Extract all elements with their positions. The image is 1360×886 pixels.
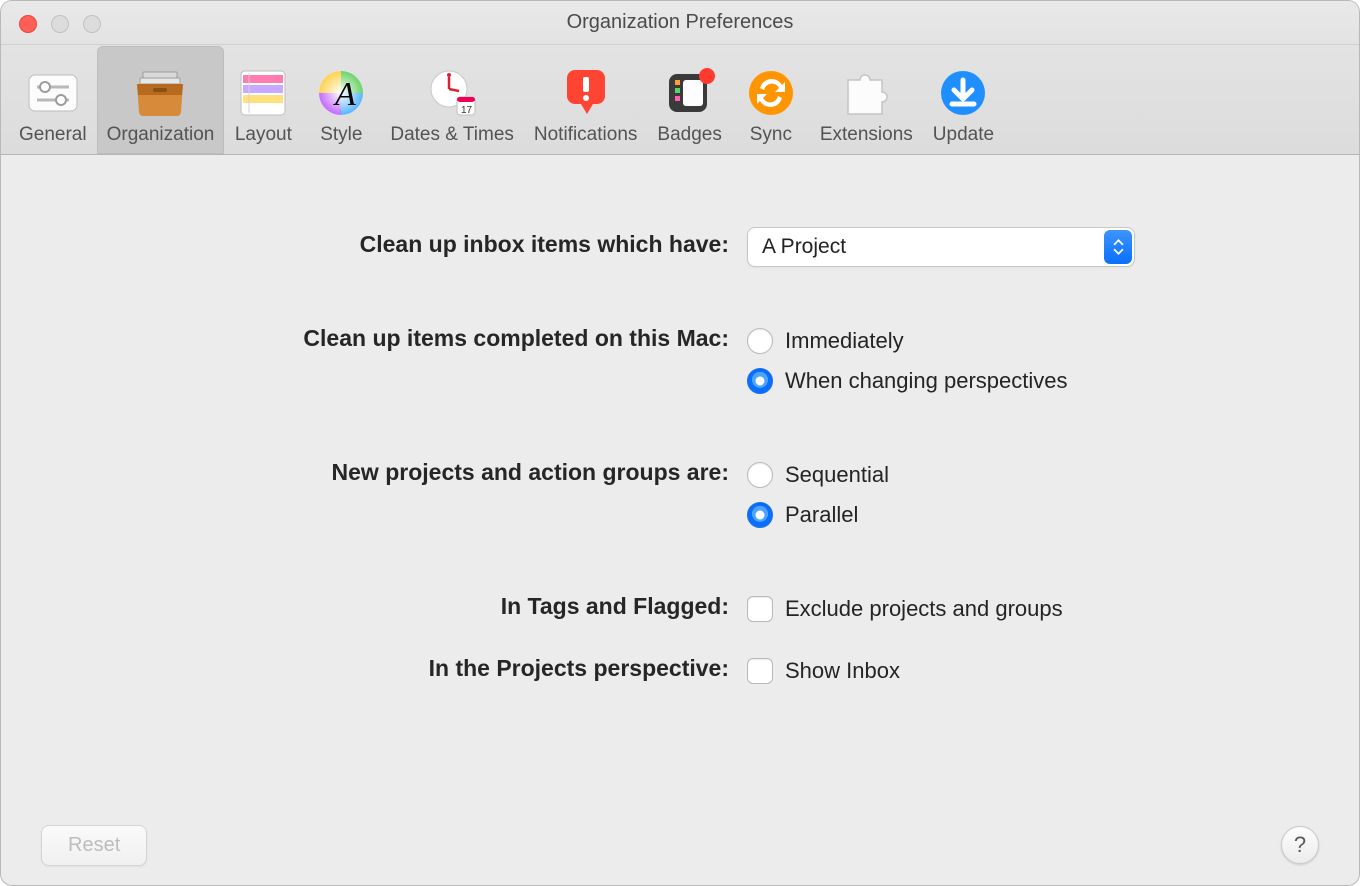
svg-text:A: A <box>333 76 356 113</box>
tab-label: Dates & Times <box>390 124 514 146</box>
tab-organization[interactable]: Organization <box>97 46 225 154</box>
cleanup-inbox-popup[interactable]: A Project <box>747 227 1135 267</box>
close-window-button[interactable] <box>19 15 37 33</box>
reset-button[interactable]: Reset <box>41 825 147 866</box>
radio-label: When changing perspectives <box>785 368 1068 394</box>
tab-dates-times[interactable]: 17 Dates & Times <box>380 46 524 154</box>
radio-icon <box>747 328 773 354</box>
tab-label: Extensions <box>820 124 913 146</box>
tab-sync[interactable]: Sync <box>732 46 810 154</box>
radio-label: Immediately <box>785 328 904 354</box>
tab-badges[interactable]: Badges <box>647 46 731 154</box>
tab-layout[interactable]: Layout <box>224 46 302 154</box>
cleanup-completed-label: Clean up items completed on this Mac: <box>1 321 729 352</box>
new-projects-label: New projects and action groups are: <box>1 455 729 486</box>
tab-general[interactable]: General <box>9 46 97 154</box>
clock-calendar-icon: 17 <box>423 68 481 118</box>
titlebar: Organization Preferences <box>1 1 1359 45</box>
preferences-window: Organization Preferences General <box>0 0 1360 886</box>
checkbox-show-inbox[interactable]: Show Inbox <box>747 651 900 691</box>
window-title: Organization Preferences <box>1 11 1359 34</box>
checkbox-exclude-projects-groups[interactable]: Exclude projects and groups <box>747 589 1063 629</box>
checkbox-icon <box>747 658 773 684</box>
help-button[interactable]: ? <box>1281 826 1319 864</box>
alert-icon <box>557 68 615 118</box>
checkbox-label: Show Inbox <box>785 658 900 684</box>
checkbox-label: Exclude projects and groups <box>785 596 1063 622</box>
tab-style[interactable]: A Style <box>302 46 380 154</box>
svg-text:17: 17 <box>461 105 473 116</box>
tab-label: Badges <box>657 124 721 146</box>
tab-update[interactable]: Update <box>923 46 1004 154</box>
window-controls <box>19 15 101 33</box>
radio-label: Parallel <box>785 502 858 528</box>
layout-lines-icon <box>234 68 292 118</box>
tab-label: Notifications <box>534 124 638 146</box>
preferences-toolbar: General Organization <box>1 45 1359 155</box>
tab-label: Sync <box>750 124 792 146</box>
radio-parallel[interactable]: Parallel <box>747 495 889 535</box>
preferences-content: Clean up inbox items which have: A Proje… <box>1 155 1359 807</box>
zoom-window-button[interactable] <box>83 15 101 33</box>
tab-notifications[interactable]: Notifications <box>524 46 648 154</box>
badges-icon <box>661 68 719 118</box>
cleanup-inbox-label: Clean up inbox items which have: <box>1 227 729 258</box>
projects-perspective-label: In the Projects perspective: <box>1 651 729 682</box>
puzzle-icon <box>837 68 895 118</box>
font-color-icon: A <box>312 68 370 118</box>
sliders-icon <box>24 68 82 118</box>
tab-label: Update <box>933 124 994 146</box>
tab-label: Style <box>320 124 362 146</box>
radio-sequential[interactable]: Sequential <box>747 455 889 495</box>
filing-cabinet-icon <box>131 68 189 118</box>
download-icon <box>934 68 992 118</box>
tab-extensions[interactable]: Extensions <box>810 46 923 154</box>
cleanup-inbox-value: A Project <box>762 235 846 259</box>
radio-icon <box>747 502 773 528</box>
tab-label: Organization <box>107 124 215 146</box>
radio-icon <box>747 368 773 394</box>
radio-immediately[interactable]: Immediately <box>747 321 1068 361</box>
tags-flagged-label: In Tags and Flagged: <box>1 589 729 620</box>
tab-label: Layout <box>235 124 292 146</box>
sync-icon <box>742 68 800 118</box>
radio-icon <box>747 462 773 488</box>
minimize-window-button[interactable] <box>51 15 69 33</box>
footer: Reset ? <box>1 805 1359 885</box>
popup-stepper-icon <box>1104 230 1132 264</box>
radio-when-changing-perspectives[interactable]: When changing perspectives <box>747 361 1068 401</box>
tab-label: General <box>19 124 87 146</box>
checkbox-icon <box>747 596 773 622</box>
radio-label: Sequential <box>785 462 889 488</box>
